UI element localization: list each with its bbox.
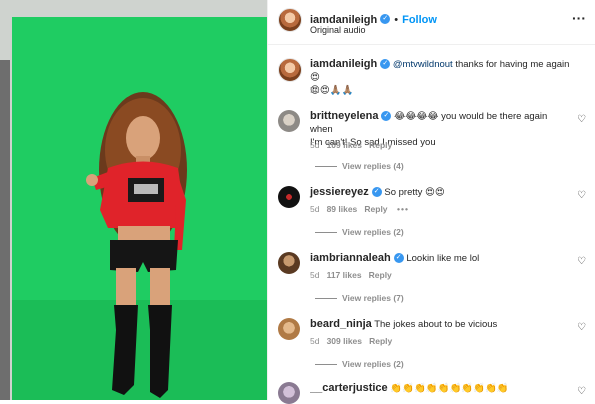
avatar[interactable] xyxy=(278,382,300,404)
comment-username[interactable]: beard_ninja xyxy=(310,318,372,330)
instagram-post-view: iamdanileigh ✓ • Follow Original audio ··· … xyxy=(0,0,595,404)
avatar[interactable] xyxy=(278,252,300,274)
post-media[interactable] xyxy=(0,0,267,400)
comment-username[interactable]: __carterjustice xyxy=(310,382,388,394)
ellipsis-icon[interactable]: ··· xyxy=(572,10,586,26)
comment-likes[interactable]: 117 likes xyxy=(327,270,362,280)
verified-badge-icon: ✓ xyxy=(380,59,391,70)
avatar[interactable] xyxy=(278,110,300,132)
audio-label[interactable]: Original audio xyxy=(310,25,366,35)
follow-button[interactable]: Follow xyxy=(402,14,437,26)
caption-time: 5d xyxy=(310,85,320,95)
verified-badge-icon: ✓ xyxy=(371,187,382,198)
avatar[interactable] xyxy=(278,58,302,82)
mention-link[interactable]: @mtvwildnout xyxy=(393,59,453,70)
reply-button[interactable]: Reply xyxy=(369,336,392,346)
heart-icon[interactable]: ♡ xyxy=(577,322,586,333)
view-replies-button[interactable]: View replies (7) xyxy=(342,293,404,303)
comment-likes[interactable]: 309 likes xyxy=(327,336,362,346)
avatar[interactable] xyxy=(278,318,300,340)
heart-icon[interactable]: ♡ xyxy=(577,190,586,201)
comment-time: 5d xyxy=(310,204,320,214)
comment-text: 👏👏👏👏👏👏👏👏👏👏 xyxy=(390,383,509,394)
heart-icon[interactable]: ♡ xyxy=(577,256,586,267)
replies-line xyxy=(315,232,337,233)
header-divider xyxy=(268,44,595,45)
heart-icon[interactable]: ♡ xyxy=(577,386,586,397)
replies-line xyxy=(315,298,337,299)
reply-button[interactable]: Reply xyxy=(369,140,392,150)
comment-username[interactable]: iambriannaleah xyxy=(310,252,391,264)
replies-line xyxy=(315,166,337,167)
comment-text: The jokes about to be vicious xyxy=(374,319,498,330)
view-replies-button[interactable]: View replies (2) xyxy=(342,227,404,237)
comment-text: So pretty 😍😍 xyxy=(384,187,445,198)
caption-username[interactable]: iamdanileigh xyxy=(310,58,377,70)
comment-options-icon[interactable]: ••• xyxy=(397,204,409,214)
post-header: iamdanileigh ✓ • Follow Original audio ··· xyxy=(268,0,595,44)
reply-button[interactable]: Reply xyxy=(369,270,392,280)
avatar[interactable] xyxy=(278,186,300,208)
avatar[interactable] xyxy=(278,8,302,32)
comment-text: Lookin like me lol xyxy=(406,253,480,264)
verified-badge-icon: ✓ xyxy=(380,13,391,24)
comment-likes[interactable]: 89 likes xyxy=(327,204,358,214)
reply-button[interactable]: Reply xyxy=(364,204,387,214)
comment-time: 5d xyxy=(310,270,320,280)
heart-icon[interactable]: ♡ xyxy=(577,114,586,125)
verified-badge-icon: ✓ xyxy=(381,111,392,122)
comment-likes[interactable]: 109 likes xyxy=(327,140,362,150)
comments-panel: iamdanileigh ✓ • Follow Original audio ··· … xyxy=(267,0,595,404)
view-replies-button[interactable]: View replies (4) xyxy=(342,161,404,171)
comment-username[interactable]: brittneyelena xyxy=(310,110,378,122)
comment-time: 5d xyxy=(310,336,320,346)
person-figure xyxy=(86,92,187,398)
comment-time: 5d xyxy=(310,140,320,150)
verified-badge-icon: ✓ xyxy=(393,253,404,264)
replies-line xyxy=(315,364,337,365)
view-replies-button[interactable]: View replies (2) xyxy=(342,359,404,369)
comment-username[interactable]: jessiereyez xyxy=(310,186,369,198)
separator-dot: • xyxy=(394,14,399,26)
